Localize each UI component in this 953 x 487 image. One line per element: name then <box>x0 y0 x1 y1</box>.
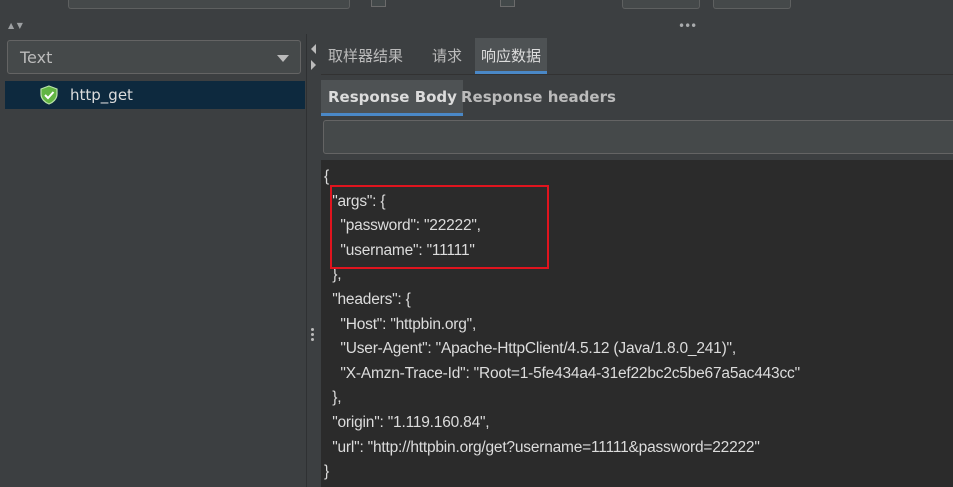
result-tabs: 取样器结果 请求 响应数据 <box>321 34 953 75</box>
tree-item-label: http_get <box>70 86 133 104</box>
collapse-expand-arrows-icon[interactable]: ▲ ▼ <box>8 21 23 30</box>
tab-response-headers[interactable]: Response headers <box>461 88 616 106</box>
tab-request[interactable]: 请求 <box>432 45 462 66</box>
response-body-line: { <box>324 168 329 185</box>
response-body-line: "Host": "httpbin.org", <box>324 315 477 333</box>
top-checkbox-2[interactable] <box>500 0 515 7</box>
top-toolbar <box>0 0 953 23</box>
search-input[interactable] <box>323 120 953 154</box>
response-tabs: Response Body Response headers <box>321 78 953 116</box>
response-body-line: "User-Agent": "Apache-HttpClient/4.5.12 … <box>324 340 736 358</box>
vertical-splitter[interactable] <box>306 34 322 487</box>
result-detail-panel: 取样器结果 请求 响应数据 Response Body Response hea… <box>321 34 953 487</box>
response-body-area[interactable]: { "args": { "password": "22222", "userna… <box>321 160 953 487</box>
response-body-line: "url": "http://httpbin.org/get?username=… <box>324 438 760 456</box>
drag-handle-icon[interactable]: ••• <box>678 19 697 33</box>
collapse-left-icon[interactable] <box>311 44 316 54</box>
response-body-line: "headers": { <box>324 290 411 308</box>
vertical-drag-handle-icon[interactable] <box>311 328 315 343</box>
response-body-line: } <box>324 463 329 481</box>
response-body-line: "origin": "1.119.160.84", <box>324 413 490 431</box>
response-body-line: }, <box>324 389 342 407</box>
success-shield-icon <box>40 85 58 105</box>
collapse-right-icon[interactable] <box>311 60 316 70</box>
top-text-field[interactable] <box>68 0 350 9</box>
top-button-1[interactable] <box>622 0 700 9</box>
renderer-select[interactable]: Text <box>7 40 301 74</box>
tree-item-http-get[interactable]: http_get <box>5 81 305 109</box>
tab-sampler-result[interactable]: 取样器结果 <box>328 45 403 66</box>
results-tree-panel: Text http_get <box>0 34 306 487</box>
chevron-down-icon[interactable] <box>277 55 289 62</box>
top-button-2[interactable] <box>713 0 791 9</box>
tab-response-data[interactable]: 响应数据 <box>475 38 548 74</box>
horizontal-splitter[interactable] <box>0 22 953 34</box>
tab-response-body[interactable]: Response Body <box>321 80 463 116</box>
renderer-select-value: Text <box>20 48 53 67</box>
response-body-line: "X-Amzn-Trace-Id": "Root=1-5fe434a4-31ef… <box>324 364 800 382</box>
top-checkbox-1[interactable] <box>371 0 386 7</box>
highlight-annotation <box>330 185 549 269</box>
